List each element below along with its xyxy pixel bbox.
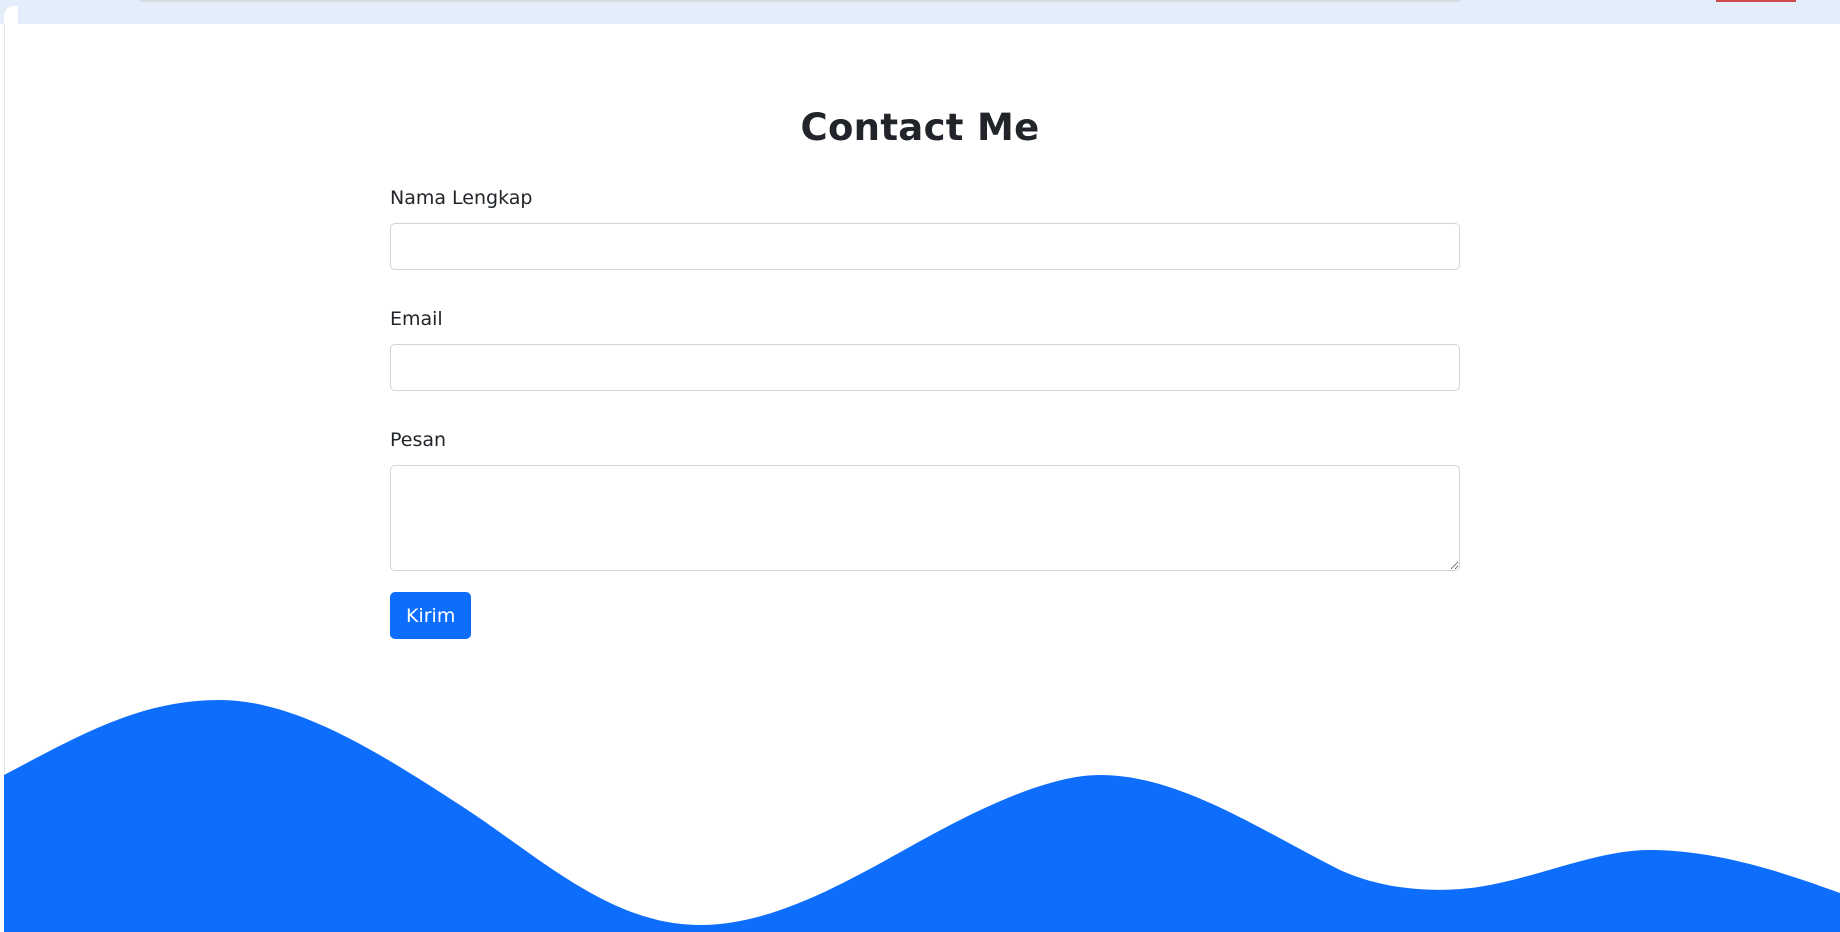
- browser-top-accent: [1716, 0, 1796, 2]
- browser-top-divider: [140, 0, 1460, 2]
- browser-viewport: Contact Me Nama Lengkap Email Pesan Kiri…: [0, 0, 1840, 932]
- submit-button[interactable]: Kirim: [390, 592, 472, 639]
- message-label: Pesan: [390, 429, 447, 451]
- name-input[interactable]: [390, 223, 1460, 270]
- browser-top-bar: [0, 0, 1840, 24]
- page-title: Contact Me: [800, 106, 1040, 149]
- email-label: Email: [390, 308, 443, 330]
- message-textarea[interactable]: [390, 465, 1460, 571]
- contact-form: Nama Lengkap Email Pesan Kirim: [390, 186, 1460, 639]
- name-label: Nama Lengkap: [390, 187, 533, 209]
- page-corner: [4, 6, 18, 24]
- email-input[interactable]: [390, 344, 1460, 391]
